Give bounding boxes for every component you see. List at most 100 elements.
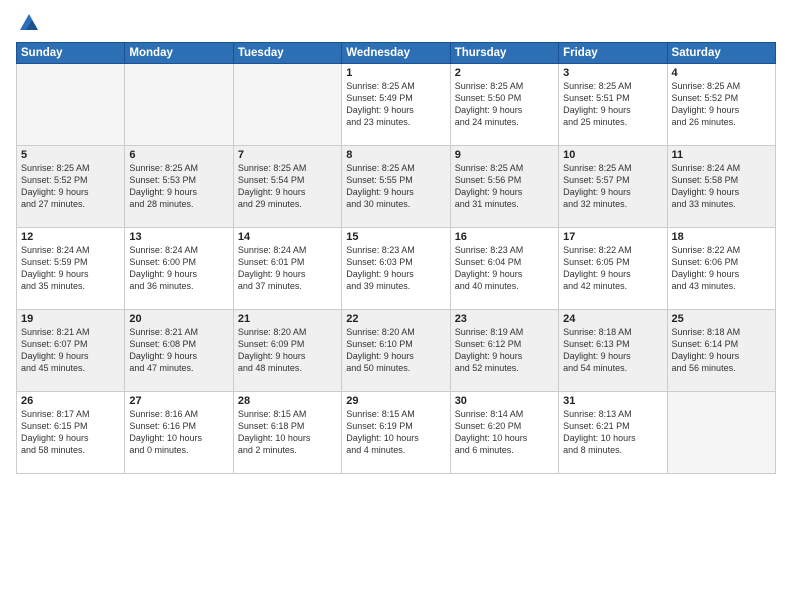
day-cell: 13Sunrise: 8:24 AM Sunset: 6:00 PM Dayli… [125, 228, 233, 310]
day-cell [667, 392, 775, 474]
day-info: Sunrise: 8:17 AM Sunset: 6:15 PM Dayligh… [21, 408, 120, 457]
header-cell-thursday: Thursday [450, 43, 558, 64]
logo [16, 12, 40, 34]
day-cell: 15Sunrise: 8:23 AM Sunset: 6:03 PM Dayli… [342, 228, 450, 310]
header-cell-wednesday: Wednesday [342, 43, 450, 64]
day-info: Sunrise: 8:15 AM Sunset: 6:18 PM Dayligh… [238, 408, 337, 457]
day-cell: 4Sunrise: 8:25 AM Sunset: 5:52 PM Daylig… [667, 64, 775, 146]
day-number: 21 [238, 313, 337, 325]
day-number: 17 [563, 231, 662, 243]
header [16, 12, 776, 34]
day-number: 16 [455, 231, 554, 243]
day-number: 20 [129, 313, 228, 325]
day-number: 2 [455, 67, 554, 79]
day-cell: 20Sunrise: 8:21 AM Sunset: 6:08 PM Dayli… [125, 310, 233, 392]
week-row-3: 12Sunrise: 8:24 AM Sunset: 5:59 PM Dayli… [17, 228, 776, 310]
day-info: Sunrise: 8:25 AM Sunset: 5:56 PM Dayligh… [455, 162, 554, 211]
day-info: Sunrise: 8:24 AM Sunset: 5:59 PM Dayligh… [21, 244, 120, 293]
day-number: 28 [238, 395, 337, 407]
day-cell: 10Sunrise: 8:25 AM Sunset: 5:57 PM Dayli… [559, 146, 667, 228]
day-info: Sunrise: 8:22 AM Sunset: 6:05 PM Dayligh… [563, 244, 662, 293]
day-info: Sunrise: 8:25 AM Sunset: 5:54 PM Dayligh… [238, 162, 337, 211]
day-info: Sunrise: 8:25 AM Sunset: 5:52 PM Dayligh… [672, 80, 771, 129]
day-number: 18 [672, 231, 771, 243]
header-cell-tuesday: Tuesday [233, 43, 341, 64]
day-cell: 24Sunrise: 8:18 AM Sunset: 6:13 PM Dayli… [559, 310, 667, 392]
day-number: 31 [563, 395, 662, 407]
day-number: 1 [346, 67, 445, 79]
day-info: Sunrise: 8:20 AM Sunset: 6:10 PM Dayligh… [346, 326, 445, 375]
day-info: Sunrise: 8:24 AM Sunset: 5:58 PM Dayligh… [672, 162, 771, 211]
day-cell: 22Sunrise: 8:20 AM Sunset: 6:10 PM Dayli… [342, 310, 450, 392]
day-number: 3 [563, 67, 662, 79]
day-number: 12 [21, 231, 120, 243]
day-cell: 12Sunrise: 8:24 AM Sunset: 5:59 PM Dayli… [17, 228, 125, 310]
day-number: 11 [672, 149, 771, 161]
day-number: 7 [238, 149, 337, 161]
day-cell: 31Sunrise: 8:13 AM Sunset: 6:21 PM Dayli… [559, 392, 667, 474]
day-number: 24 [563, 313, 662, 325]
day-info: Sunrise: 8:16 AM Sunset: 6:16 PM Dayligh… [129, 408, 228, 457]
day-number: 15 [346, 231, 445, 243]
day-info: Sunrise: 8:25 AM Sunset: 5:52 PM Dayligh… [21, 162, 120, 211]
day-cell [17, 64, 125, 146]
day-cell: 18Sunrise: 8:22 AM Sunset: 6:06 PM Dayli… [667, 228, 775, 310]
header-cell-monday: Monday [125, 43, 233, 64]
day-info: Sunrise: 8:25 AM Sunset: 5:49 PM Dayligh… [346, 80, 445, 129]
day-cell: 6Sunrise: 8:25 AM Sunset: 5:53 PM Daylig… [125, 146, 233, 228]
day-cell: 21Sunrise: 8:20 AM Sunset: 6:09 PM Dayli… [233, 310, 341, 392]
day-cell [125, 64, 233, 146]
day-number: 9 [455, 149, 554, 161]
day-cell: 25Sunrise: 8:18 AM Sunset: 6:14 PM Dayli… [667, 310, 775, 392]
day-number: 27 [129, 395, 228, 407]
day-number: 26 [21, 395, 120, 407]
day-cell [233, 64, 341, 146]
day-number: 14 [238, 231, 337, 243]
day-number: 19 [21, 313, 120, 325]
day-info: Sunrise: 8:25 AM Sunset: 5:53 PM Dayligh… [129, 162, 228, 211]
header-cell-friday: Friday [559, 43, 667, 64]
day-cell: 30Sunrise: 8:14 AM Sunset: 6:20 PM Dayli… [450, 392, 558, 474]
day-cell: 16Sunrise: 8:23 AM Sunset: 6:04 PM Dayli… [450, 228, 558, 310]
header-row: SundayMondayTuesdayWednesdayThursdayFrid… [17, 43, 776, 64]
day-number: 8 [346, 149, 445, 161]
day-cell: 14Sunrise: 8:24 AM Sunset: 6:01 PM Dayli… [233, 228, 341, 310]
day-cell: 9Sunrise: 8:25 AM Sunset: 5:56 PM Daylig… [450, 146, 558, 228]
week-row-5: 26Sunrise: 8:17 AM Sunset: 6:15 PM Dayli… [17, 392, 776, 474]
week-row-2: 5Sunrise: 8:25 AM Sunset: 5:52 PM Daylig… [17, 146, 776, 228]
day-cell: 7Sunrise: 8:25 AM Sunset: 5:54 PM Daylig… [233, 146, 341, 228]
day-info: Sunrise: 8:18 AM Sunset: 6:14 PM Dayligh… [672, 326, 771, 375]
day-info: Sunrise: 8:20 AM Sunset: 6:09 PM Dayligh… [238, 326, 337, 375]
day-cell: 17Sunrise: 8:22 AM Sunset: 6:05 PM Dayli… [559, 228, 667, 310]
logo-icon [18, 12, 40, 34]
day-cell: 26Sunrise: 8:17 AM Sunset: 6:15 PM Dayli… [17, 392, 125, 474]
day-cell: 11Sunrise: 8:24 AM Sunset: 5:58 PM Dayli… [667, 146, 775, 228]
day-number: 5 [21, 149, 120, 161]
day-info: Sunrise: 8:18 AM Sunset: 6:13 PM Dayligh… [563, 326, 662, 375]
day-cell: 19Sunrise: 8:21 AM Sunset: 6:07 PM Dayli… [17, 310, 125, 392]
calendar: SundayMondayTuesdayWednesdayThursdayFrid… [16, 42, 776, 474]
day-cell: 23Sunrise: 8:19 AM Sunset: 6:12 PM Dayli… [450, 310, 558, 392]
day-cell: 28Sunrise: 8:15 AM Sunset: 6:18 PM Dayli… [233, 392, 341, 474]
day-info: Sunrise: 8:24 AM Sunset: 6:00 PM Dayligh… [129, 244, 228, 293]
day-cell: 29Sunrise: 8:15 AM Sunset: 6:19 PM Dayli… [342, 392, 450, 474]
day-number: 30 [455, 395, 554, 407]
day-info: Sunrise: 8:25 AM Sunset: 5:51 PM Dayligh… [563, 80, 662, 129]
day-number: 25 [672, 313, 771, 325]
page: SundayMondayTuesdayWednesdayThursdayFrid… [0, 0, 792, 612]
day-info: Sunrise: 8:19 AM Sunset: 6:12 PM Dayligh… [455, 326, 554, 375]
day-number: 22 [346, 313, 445, 325]
day-cell: 27Sunrise: 8:16 AM Sunset: 6:16 PM Dayli… [125, 392, 233, 474]
day-number: 13 [129, 231, 228, 243]
day-number: 10 [563, 149, 662, 161]
day-info: Sunrise: 8:23 AM Sunset: 6:04 PM Dayligh… [455, 244, 554, 293]
day-info: Sunrise: 8:25 AM Sunset: 5:50 PM Dayligh… [455, 80, 554, 129]
day-info: Sunrise: 8:13 AM Sunset: 6:21 PM Dayligh… [563, 408, 662, 457]
day-info: Sunrise: 8:14 AM Sunset: 6:20 PM Dayligh… [455, 408, 554, 457]
day-cell: 1Sunrise: 8:25 AM Sunset: 5:49 PM Daylig… [342, 64, 450, 146]
day-number: 29 [346, 395, 445, 407]
day-info: Sunrise: 8:25 AM Sunset: 5:55 PM Dayligh… [346, 162, 445, 211]
day-cell: 8Sunrise: 8:25 AM Sunset: 5:55 PM Daylig… [342, 146, 450, 228]
day-info: Sunrise: 8:15 AM Sunset: 6:19 PM Dayligh… [346, 408, 445, 457]
day-info: Sunrise: 8:25 AM Sunset: 5:57 PM Dayligh… [563, 162, 662, 211]
